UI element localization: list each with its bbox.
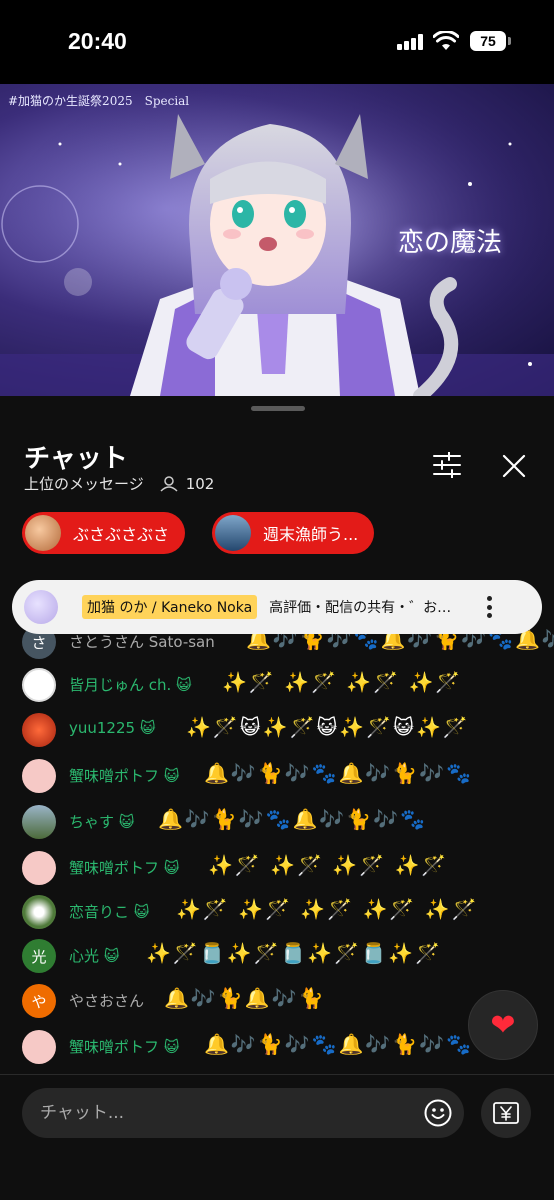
chat-message: 恋音りこ 😺 ✨🪄 ✨🪄 ✨🪄 ✨🪄 ✨🪄 [0,890,554,936]
author-name[interactable]: yuu1225 😺 [69,719,155,737]
wifi-icon [433,31,459,50]
avatar: や [22,984,56,1018]
chat-message: 蟹味噌ポトフ 😺 ✨🪄 ✨🪄 ✨🪄 ✨🪄 [0,846,554,892]
author-name[interactable]: 心光 😺 [69,945,119,966]
chat-title: チャット [24,444,128,474]
chat-message: 光 心光 😺 ✨🪄🫙✨🪄🫙✨🪄🫙✨🪄 [0,934,554,980]
message-content: ✨🪄 ✨🪄 ✨🪄 ✨🪄 [208,853,449,877]
author-name[interactable]: 恋音りこ 😺 [69,901,149,922]
chat-input[interactable] [22,1088,464,1138]
status-time: 20:40 [68,28,127,54]
chat-message-list[interactable]: さ さとうさん Sato-san 🔔🎶🐈🎶🐾🔔🎶🐈🎶🐾🔔🎶 皆月じゅん ch. … [0,570,554,1070]
message-content: ✨🪄🫙✨🪄🫙✨🪄🫙✨🪄 [146,941,442,965]
donor-chip[interactable]: 週末漁師う... [212,512,375,554]
superchat-button[interactable] [481,1088,531,1138]
filter-icon[interactable] [432,452,462,478]
signal-icon [397,34,425,50]
chat-mode-label: 上位のメッセージ [24,475,144,493]
chat-message: 皆月じゅん ch. 😺 ✨🪄 ✨🪄 ✨🪄 ✨🪄 [0,663,554,709]
avatar [22,713,56,747]
avatar [215,515,251,551]
pinned-message[interactable]: 加猫 のか / Kaneko Noka 高評価・配信の共有・゛お… [12,580,542,634]
author-name[interactable]: さとうさん Sato-san [69,631,215,652]
message-content: 🔔🎶🐈🎶🐾🔔🎶🐈🎶🐾 [158,807,428,831]
status-bar: 20:40 75 [0,0,554,84]
close-icon[interactable] [502,454,526,478]
heart-icon: ❤ [490,1007,516,1043]
donor-name: 週末漁師う... [263,525,359,544]
author-name[interactable]: 蟹味噌ポトフ 😺 [69,857,179,878]
donor-name: ぶさぶさぶさ [73,525,170,544]
message-content: ✨🪄 ✨🪄 ✨🪄 ✨🪄 ✨🪄 [176,897,479,921]
more-vert-icon[interactable] [487,596,493,618]
heart-reaction-button[interactable]: ❤ [468,990,538,1060]
avatar [22,668,56,702]
avatar [25,515,61,551]
author-name[interactable]: 蟹味噌ポトフ 😺 [69,1036,179,1057]
avatar: 光 [22,939,56,973]
message-content: 🔔🎶🐈🎶🐾🔔🎶🐈🎶🐾 [204,761,474,785]
chat-message: ちゃす 😺 🔔🎶🐈🎶🐾🔔🎶🐈🎶🐾 [0,800,554,846]
emoji-icon[interactable] [424,1099,452,1127]
video-song-title: 恋の魔法 [398,228,503,258]
message-content: ✨🪄😺✨🪄😺✨🪄😺✨🪄 [186,715,470,739]
avatar [22,805,56,839]
message-content: ✨🪄 ✨🪄 ✨🪄 ✨🪄 [222,670,463,694]
avatar [22,759,56,793]
chat-message: 蟹味噌ポトフ 😺 🔔🎶🐈🎶🐾🔔🎶🐈🎶🐾 [0,754,554,800]
viewer-count: 102 [185,474,215,493]
message-content: 🔔🎶🐈🎶🐾🔔🎶🐈🎶🐾 [204,1032,474,1056]
author-name[interactable]: 蟹味噌ポトフ 😺 [69,765,179,786]
avatar [22,1030,56,1064]
avatar [22,851,56,885]
video-player[interactable]: #加猫のか生誕祭2025 Special 恋の魔法 [0,84,554,396]
yen-icon [493,1102,519,1124]
author-name[interactable]: ちゃす 😺 [69,811,134,832]
author-name[interactable]: やさおさん [69,990,144,1011]
message-content: 🔔🎶🐈🔔🎶🐈 [164,986,326,1010]
avatar [22,895,56,929]
author-name[interactable]: 皆月じゅん ch. 😺 [69,674,192,695]
divider [0,1074,554,1075]
video-title-overlay: #加猫のか生誕祭2025 Special [8,94,190,108]
donor-chip[interactable]: ぶさぶさぶさ [22,512,186,554]
chat-message: yuu1225 😺 ✨🪄😺✨🪄😺✨🪄😺✨🪄 [0,708,554,754]
battery-indicator: 75 [470,31,511,51]
person-icon [160,475,178,492]
chat-mode-selector[interactable]: 上位のメッセージ 102 [24,473,214,494]
pinned-author: 加猫 のか / Kaneko Noka [82,595,258,619]
pinned-text: 高評価・配信の共有・゛お… [269,600,452,616]
avatar [24,590,58,624]
drag-handle[interactable] [251,406,305,411]
